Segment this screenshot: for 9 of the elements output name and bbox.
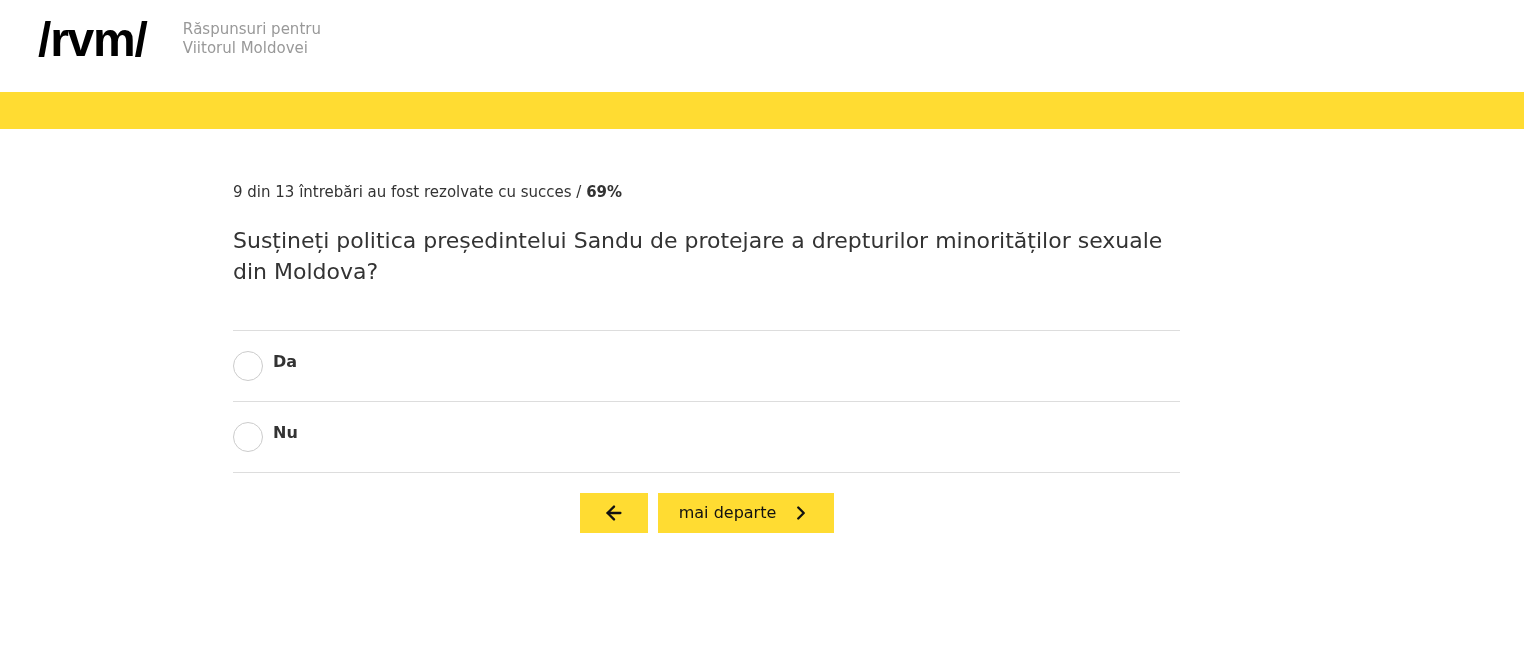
next-button[interactable]: mai departe — [657, 493, 834, 533]
tagline: Răspunsuri pentru — [182, 20, 321, 39]
logo[interactable]: /rvm/ — [38, 14, 147, 66]
back-button[interactable] — [579, 493, 648, 533]
option-label[interactable]: Nu — [273, 422, 298, 444]
progress-text: 9 din 13 întrebări au fost rezolvate cu succes / 69% — [233, 182, 624, 203]
option-label[interactable]: Da — [273, 351, 298, 373]
tagline: Viitorul Moldovei — [182, 39, 309, 58]
question-text: Susțineți politica președintelui Sandu de protejare a drepturilor minorităților sexuale din Moldova? — [233, 227, 1164, 286]
